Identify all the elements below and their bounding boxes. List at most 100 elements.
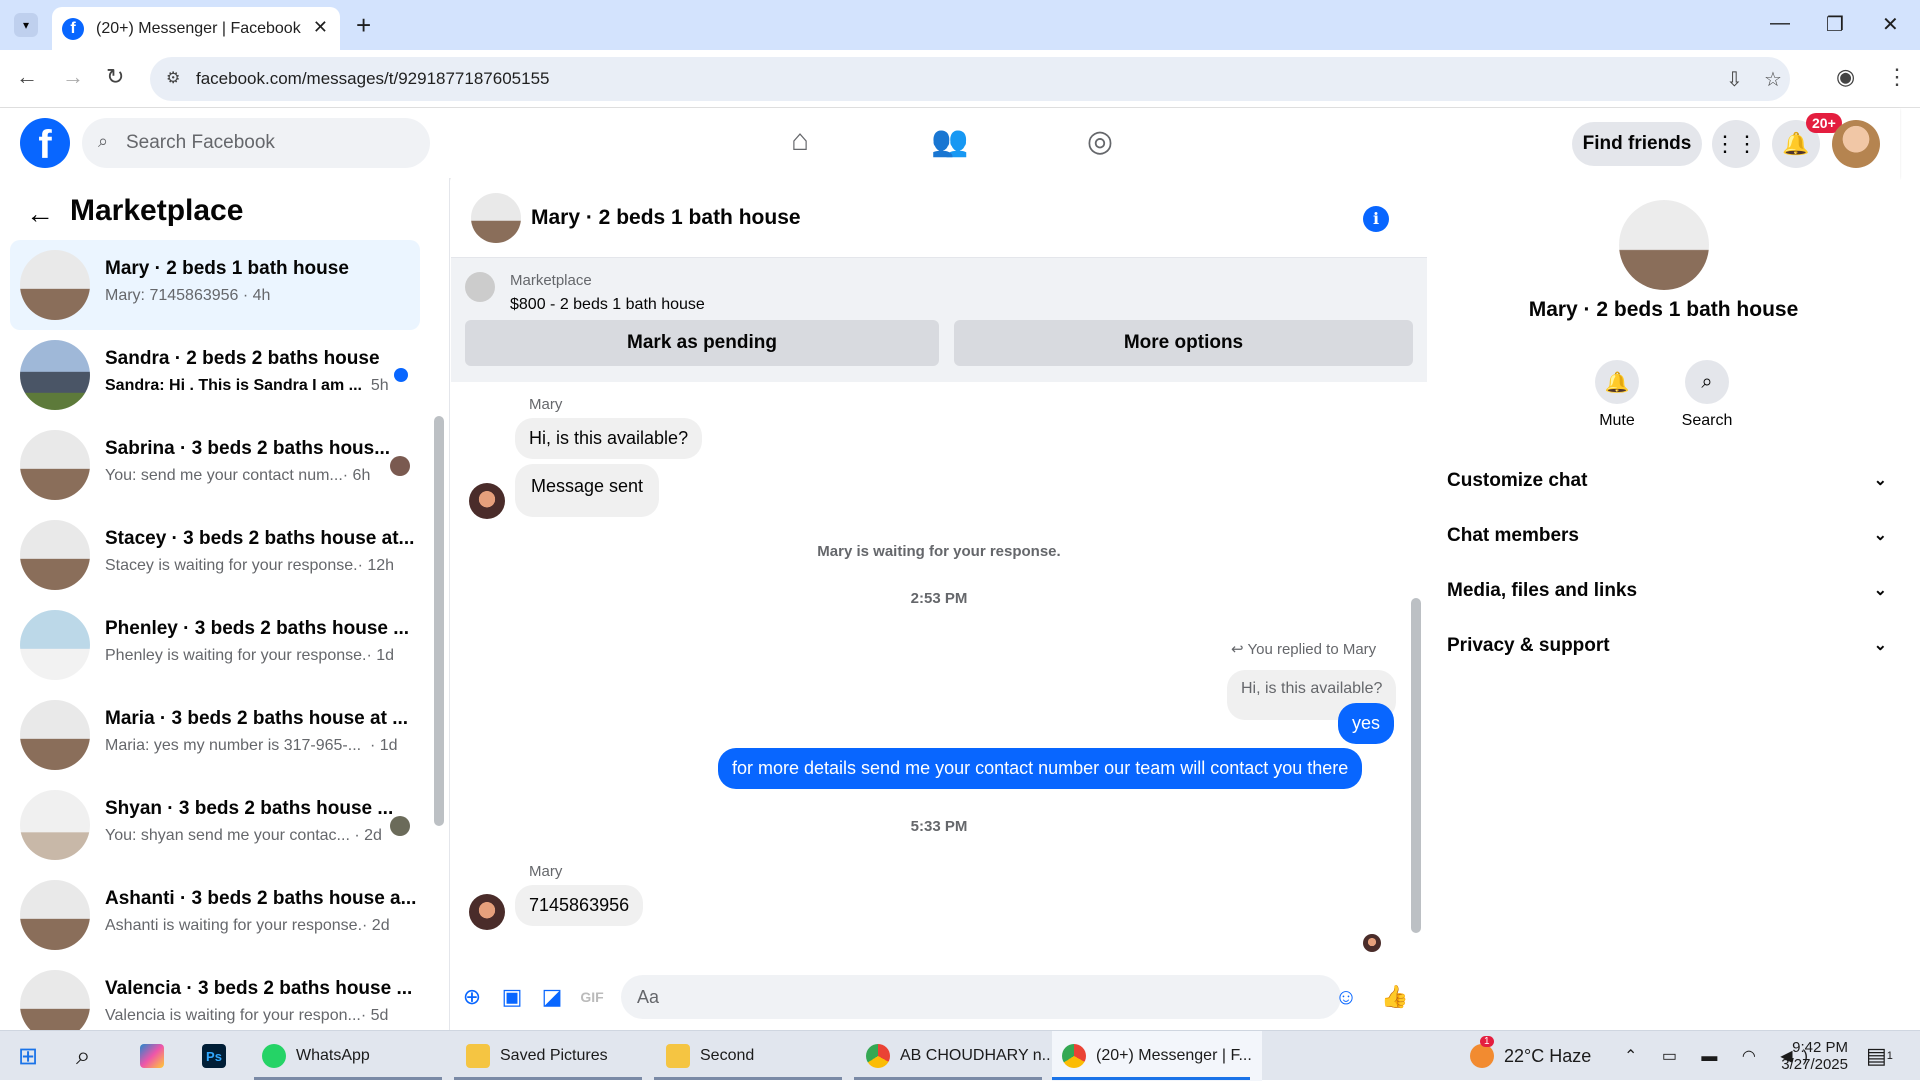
notification-center-icon[interactable]: ▤ 1 (1866, 1031, 1893, 1081)
conversation-name: Sandra · 2 beds 2 baths house (105, 348, 380, 369)
friends-icon[interactable]: 👥 (931, 124, 969, 162)
weather-widget[interactable]: 1 22°C Haze (1470, 1031, 1591, 1081)
conversation-item[interactable]: Maria · 3 beds 2 baths house at ... Mari… (10, 690, 420, 780)
conversation-preview: Maria: yes my number is 317-965-... · 1d (105, 737, 398, 754)
facebook-logo-icon[interactable]: f (20, 118, 70, 168)
like-thumb-icon[interactable]: 👍 (1381, 984, 1408, 1010)
browser-menu-icon[interactable]: ⋮ (1886, 64, 1908, 90)
restore-icon[interactable]: ❐ (1826, 12, 1844, 37)
browser-tab[interactable]: f (20+) Messenger | Facebook ✕ (52, 7, 340, 50)
unread-dot (394, 368, 408, 382)
menu-grid-icon[interactable]: ⋮⋮ (1712, 120, 1760, 168)
conversation-item[interactable]: Valencia · 3 beds 2 baths house ... Vale… (10, 960, 420, 1030)
chevron-down-icon: ⌄ (1873, 582, 1887, 599)
conversation-thumbnail (20, 430, 90, 500)
site-info-icon[interactable]: ⚙ (166, 68, 180, 88)
conversation-item[interactable]: Phenley · 3 beds 2 baths house ... Phenl… (10, 600, 420, 690)
conversation-preview: You: send me your contact num...· 6h (105, 467, 371, 484)
conversation-item[interactable]: Sabrina · 3 beds 2 baths hous... You: se… (10, 420, 420, 510)
emoji-icon[interactable]: ☺ (1333, 984, 1359, 1010)
search-icon[interactable]: ⌕ (1685, 360, 1729, 404)
conversation-thumbnail (20, 700, 90, 770)
conversation-item[interactable]: Ashanti · 3 beds 2 baths house a... Asha… (10, 870, 420, 960)
sidebar-scrollbar[interactable] (434, 416, 444, 826)
customize-chat-section[interactable]: Customize chat ⌄ (1447, 470, 1887, 492)
facebook-favicon-icon: f (62, 17, 84, 40)
bookmark-star-icon[interactable]: ☆ (1764, 67, 1782, 92)
back-arrow-icon[interactable]: ← (26, 198, 54, 230)
groups-icon[interactable]: ◎ (1081, 124, 1119, 162)
seen-avatar (390, 456, 410, 476)
chat-title[interactable]: Mary · 2 beds 1 bath house (531, 206, 801, 230)
conversation-item[interactable]: Mary · 2 beds 1 bath house Mary: 7145863… (10, 240, 420, 330)
sender-name: Mary (529, 863, 563, 880)
conversation-name: Stacey · 3 beds 2 baths house at... (105, 528, 415, 549)
chat-members-section[interactable]: Chat members ⌄ (1447, 525, 1887, 547)
url-field[interactable]: ⚙ facebook.com/messages/t/92918771876051… (150, 57, 1790, 101)
conversation-name: Sabrina · 3 beds 2 baths hous... (105, 438, 391, 459)
folder-icon (466, 1044, 490, 1068)
conversation-thumbnail (20, 970, 90, 1030)
forward-icon[interactable]: → (62, 64, 84, 90)
close-window-icon[interactable]: ✕ (1882, 12, 1899, 37)
mark-as-pending-button[interactable]: Mark as pending (465, 320, 939, 366)
photoshop-icon[interactable]: Ps (202, 1031, 236, 1081)
message-bubble-incoming[interactable]: 7145863956 (515, 885, 644, 926)
conversation-name: Mary · 2 beds 1 bath house (105, 258, 349, 279)
more-options-button[interactable]: More options (954, 320, 1413, 366)
message-bubble-incoming[interactable]: Hi, is this available? (515, 418, 703, 459)
facebook-search-input[interactable]: ⌕ Search Facebook (82, 118, 430, 168)
home-icon[interactable]: ⌂ (781, 124, 819, 162)
back-icon[interactable]: ← (16, 64, 38, 90)
sidebar-title: Marketplace (70, 194, 244, 227)
clock[interactable]: 9:42 PM 3/27/2025 (1778, 1031, 1848, 1081)
timestamp: 5:33 PM (910, 818, 968, 835)
info-icon[interactable]: i (1363, 206, 1389, 232)
taskbar-app-saved-pictures[interactable]: Saved Pictures (466, 1031, 608, 1081)
mute-label: Mute (1599, 412, 1635, 429)
conversation-thumbnail (20, 610, 90, 680)
conversation-item[interactable]: Shyan · 3 beds 2 baths house ... You: sh… (10, 780, 420, 870)
seen-avatar (1363, 934, 1381, 952)
seen-avatar (390, 816, 410, 836)
chat-scrollbar[interactable] (1411, 598, 1421, 933)
conversation-item[interactable]: Stacey · 3 beds 2 baths house at... Stac… (10, 510, 420, 600)
close-tab-icon[interactable]: ✕ (313, 17, 328, 38)
minimize-icon[interactable]: — (1770, 12, 1790, 35)
conversation-preview: Stacey is waiting for your response.· 12… (105, 557, 395, 574)
chat-panel: Mary · 2 beds 1 bath house i Marketplace… (451, 178, 1427, 1030)
sticker-icon[interactable]: ◪ (539, 984, 565, 1010)
listing-photo[interactable] (1619, 200, 1709, 290)
tab-search-button[interactable]: ▾ (14, 13, 38, 37)
plus-icon[interactable]: ⊕ (459, 984, 485, 1010)
reload-icon[interactable]: ↻ (106, 64, 124, 90)
install-app-icon[interactable]: ⇩ (1726, 67, 1743, 92)
start-windows-icon[interactable]: ⊞ (18, 1031, 38, 1081)
taskbar-app-chrome-1[interactable]: AB CHOUDHARY n... (866, 1031, 1055, 1081)
taskbar-app-chrome-2[interactable]: (20+) Messenger | F... (1052, 1031, 1262, 1081)
profile-icon[interactable]: ◉ (1836, 64, 1855, 90)
new-tab-button[interactable]: + (356, 10, 371, 41)
message-input[interactable]: Aa (621, 975, 1341, 1019)
listing-title[interactable]: $800 - 2 beds 1 bath house (510, 296, 705, 314)
chat-thumbnail[interactable] (471, 193, 521, 243)
taskbar-app-second[interactable]: Second (666, 1031, 754, 1081)
message-bubble-incoming[interactable]: Message sent (515, 464, 660, 517)
gif-icon[interactable]: GIF (579, 984, 605, 1010)
message-bubble-outgoing[interactable]: yes (1338, 703, 1395, 744)
clock-date: 3/27/2025 (1781, 1056, 1848, 1073)
sender-avatar (469, 894, 505, 930)
privacy-support-section[interactable]: Privacy & support ⌄ (1447, 635, 1887, 657)
taskbar-search-icon[interactable]: ⌕ (76, 1031, 91, 1081)
find-friends-button[interactable]: Find friends (1572, 122, 1702, 166)
account-avatar[interactable] (1832, 120, 1880, 168)
conversation-thumbnail (20, 520, 90, 590)
mute-bell-icon[interactable]: 🔔 (1595, 360, 1639, 404)
media-files-links-section[interactable]: Media, files and links ⌄ (1447, 580, 1887, 602)
message-bubble-outgoing[interactable]: for more details send me your contact nu… (718, 748, 1363, 789)
photo-icon[interactable]: ▣ (499, 984, 525, 1010)
chevron-down-icon: ⌄ (1873, 472, 1887, 489)
conversation-item[interactable]: Sandra · 2 beds 2 baths house Sandra: Hi… (10, 330, 420, 420)
copilot-icon[interactable] (140, 1031, 174, 1081)
taskbar-app-whatsapp[interactable]: WhatsApp (262, 1031, 370, 1081)
